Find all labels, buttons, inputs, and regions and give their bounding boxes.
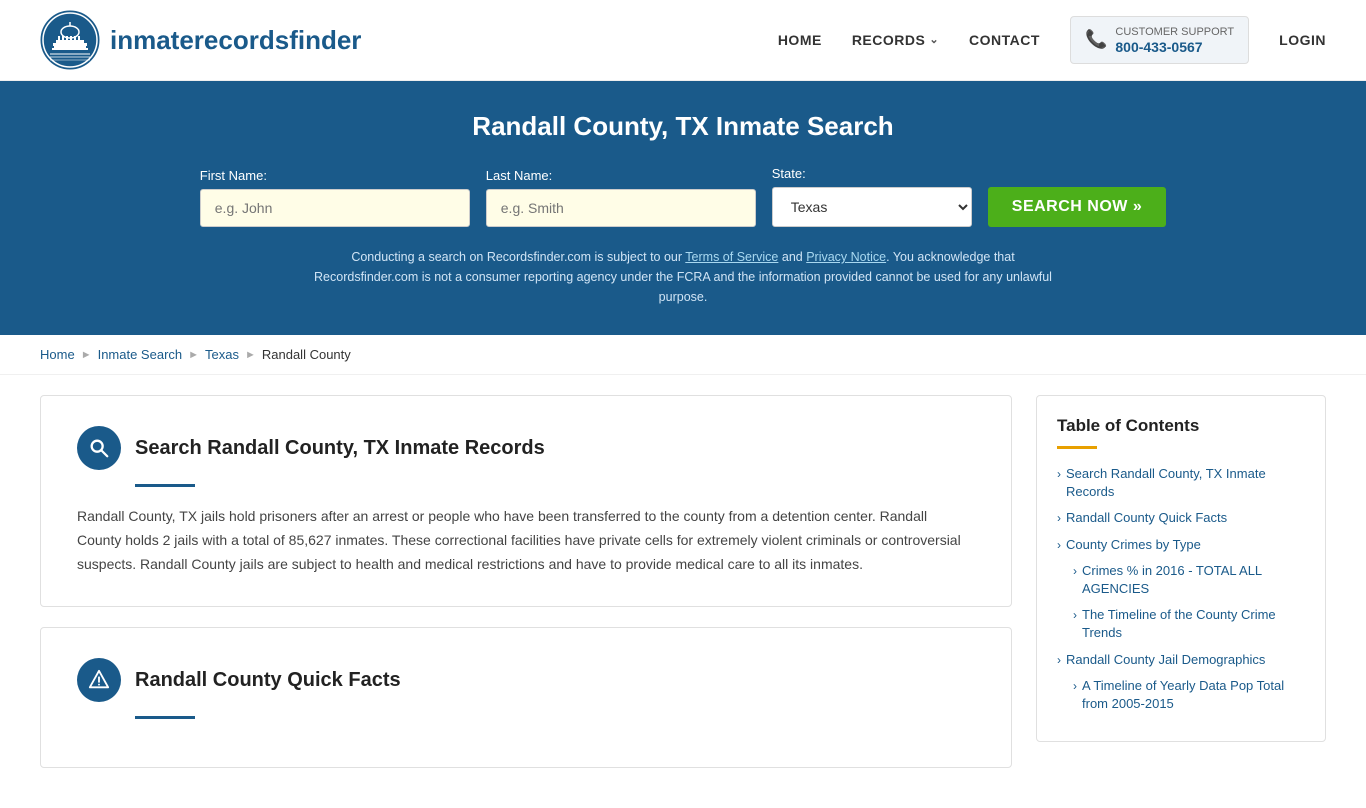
- phone-icon: 📞: [1085, 29, 1107, 50]
- list-item: › Randall County Quick Facts: [1057, 509, 1305, 527]
- first-name-group: First Name:: [200, 168, 470, 227]
- logo-text: inmaterecordsfinder: [110, 25, 361, 56]
- page-title: Randall County, TX Inmate Search: [40, 111, 1326, 142]
- toc-divider: [1057, 446, 1097, 449]
- breadcrumb-sep-1: ►: [81, 349, 92, 361]
- chevron-right-icon: ›: [1073, 607, 1077, 624]
- breadcrumb-county: Randall County: [262, 347, 351, 362]
- alert-icon-circle: [77, 658, 121, 702]
- last-name-group: Last Name:: [486, 168, 756, 227]
- terms-link[interactable]: Terms of Service: [685, 250, 778, 264]
- list-item: › A Timeline of Yearly Data Pop Total fr…: [1073, 677, 1305, 713]
- last-name-input[interactable]: [486, 189, 756, 227]
- last-name-label: Last Name:: [486, 168, 552, 183]
- list-item: › The Timeline of the County Crime Trend…: [1073, 606, 1305, 642]
- state-group: State: Texas: [772, 166, 972, 227]
- first-name-label: First Name:: [200, 168, 267, 183]
- logo-icon: [40, 10, 100, 70]
- breadcrumb-home[interactable]: Home: [40, 347, 75, 362]
- toc-link-crimes-2016[interactable]: › Crimes % in 2016 - TOTAL ALL AGENCIES: [1073, 562, 1305, 598]
- state-select[interactable]: Texas: [772, 187, 972, 227]
- content-area: Search Randall County, TX Inmate Records…: [40, 395, 1012, 788]
- chevron-right-icon: ›: [1073, 678, 1077, 695]
- toc-link-quick-facts[interactable]: › Randall County Quick Facts: [1057, 509, 1305, 527]
- chevron-right-icon: ›: [1057, 537, 1061, 554]
- nav-home[interactable]: HOME: [778, 32, 822, 48]
- breadcrumb: Home ► Inmate Search ► Texas ► Randall C…: [0, 335, 1366, 375]
- support-number: 800-433-0567: [1115, 39, 1234, 55]
- toc-link-timeline[interactable]: › The Timeline of the County Crime Trend…: [1073, 606, 1305, 642]
- breadcrumb-sep-3: ►: [245, 349, 256, 361]
- toc-link-demographics[interactable]: › Randall County Jail Demographics: [1057, 651, 1305, 669]
- section-divider-1: [135, 484, 195, 487]
- alert-icon: [88, 669, 110, 691]
- chevron-right-icon: ›: [1057, 510, 1061, 527]
- support-label: CUSTOMER SUPPORT: [1115, 25, 1234, 39]
- nav-contact[interactable]: CONTACT: [969, 32, 1040, 48]
- chevron-right-icon: ›: [1057, 652, 1061, 669]
- disclaimer-text: Conducting a search on Recordsfinder.com…: [308, 247, 1058, 307]
- breadcrumb-sep-2: ►: [188, 349, 199, 361]
- logo: inmaterecordsfinder: [40, 10, 361, 70]
- customer-support: 📞 CUSTOMER SUPPORT 800-433-0567: [1070, 16, 1249, 64]
- sidebar: Table of Contents › Search Randall Count…: [1036, 395, 1326, 788]
- main-layout: Search Randall County, TX Inmate Records…: [0, 375, 1366, 808]
- quick-facts-title: Randall County Quick Facts: [135, 669, 401, 692]
- section-divider-2: [135, 716, 195, 719]
- search-icon: [88, 437, 110, 459]
- toc-link-search[interactable]: › Search Randall County, TX Inmate Recor…: [1057, 465, 1305, 501]
- toc-card: Table of Contents › Search Randall Count…: [1036, 395, 1326, 742]
- list-item: › Crimes % in 2016 - TOTAL ALL AGENCIES: [1073, 562, 1305, 598]
- chevron-right-icon: ›: [1073, 563, 1077, 580]
- toc-list: › Search Randall County, TX Inmate Recor…: [1057, 465, 1305, 713]
- search-records-title: Search Randall County, TX Inmate Records: [135, 437, 545, 460]
- toc-title: Table of Contents: [1057, 416, 1305, 436]
- chevron-down-icon: ⌄: [929, 33, 939, 46]
- list-item: › Randall County Jail Demographics: [1057, 651, 1305, 669]
- search-form: First Name: Last Name: State: Texas SEAR…: [40, 166, 1326, 227]
- breadcrumb-inmate-search[interactable]: Inmate Search: [98, 347, 183, 362]
- list-item: › Search Randall County, TX Inmate Recor…: [1057, 465, 1305, 501]
- toc-link-county-crimes[interactable]: › County Crimes by Type: [1057, 536, 1305, 554]
- search-records-body: Randall County, TX jails hold prisoners …: [77, 505, 975, 576]
- privacy-link[interactable]: Privacy Notice: [806, 250, 886, 264]
- search-records-header: Search Randall County, TX Inmate Records: [77, 426, 975, 470]
- site-header: inmaterecordsfinder HOME RECORDS ⌄ CONTA…: [0, 0, 1366, 81]
- state-label: State:: [772, 166, 806, 181]
- first-name-input[interactable]: [200, 189, 470, 227]
- main-nav: HOME RECORDS ⌄ CONTACT 📞 CUSTOMER SUPPOR…: [778, 16, 1326, 64]
- search-now-button[interactable]: SEARCH NOW »: [988, 187, 1166, 227]
- search-icon-circle: [77, 426, 121, 470]
- toc-link-yearly-data[interactable]: › A Timeline of Yearly Data Pop Total fr…: [1073, 677, 1305, 713]
- chevron-right-icon: ›: [1057, 466, 1061, 483]
- quick-facts-header: Randall County Quick Facts: [77, 658, 975, 702]
- hero-banner: Randall County, TX Inmate Search First N…: [0, 81, 1366, 335]
- breadcrumb-state[interactable]: Texas: [205, 347, 239, 362]
- quick-facts-card: Randall County Quick Facts: [40, 627, 1012, 768]
- list-item: › County Crimes by Type: [1057, 536, 1305, 554]
- nav-records[interactable]: RECORDS ⌄: [852, 32, 939, 48]
- login-button[interactable]: LOGIN: [1279, 32, 1326, 48]
- search-records-card: Search Randall County, TX Inmate Records…: [40, 395, 1012, 607]
